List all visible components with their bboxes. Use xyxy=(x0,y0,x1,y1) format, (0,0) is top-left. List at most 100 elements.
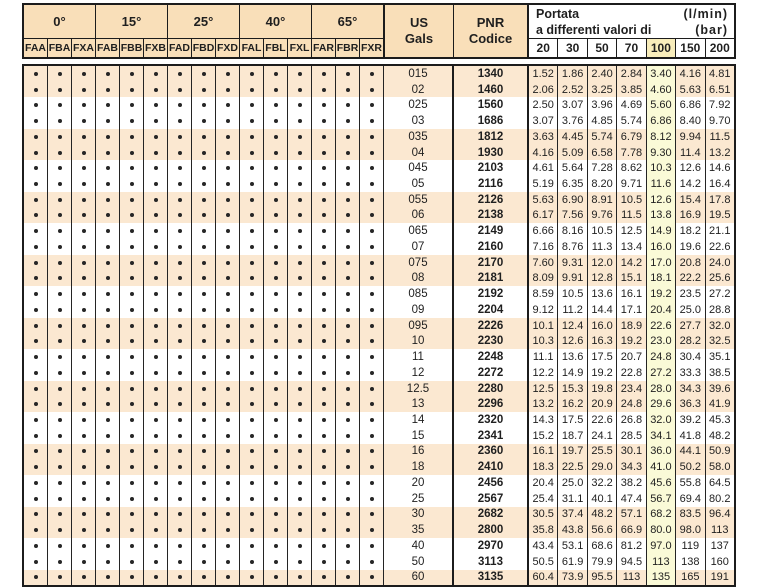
availability-dot-icon xyxy=(298,135,302,139)
availability-dot-icon xyxy=(298,512,302,516)
availability-dot-icon xyxy=(298,103,302,107)
availability-dot-cell xyxy=(288,349,312,365)
availability-dot-cell xyxy=(264,160,288,176)
availability-dot-icon xyxy=(34,88,38,92)
availability-dot-icon xyxy=(202,481,206,485)
availability-dot-icon xyxy=(34,339,38,343)
availability-dot-icon xyxy=(34,261,38,265)
availability-dot-icon xyxy=(298,528,302,532)
availability-dot-cell xyxy=(72,97,96,113)
availability-dot-icon xyxy=(130,371,134,375)
availability-dot-cell xyxy=(192,538,216,554)
flow-rate-value: 165 xyxy=(676,570,705,586)
availability-dot-icon xyxy=(82,560,86,564)
availability-dot-cell xyxy=(288,554,312,570)
availability-dot-icon xyxy=(130,103,134,107)
availability-dot-icon xyxy=(322,402,326,406)
table-row: 0721607.168.7611.313.416.019.622.6 xyxy=(24,239,734,255)
availability-dot-cell xyxy=(264,176,288,192)
availability-dot-icon xyxy=(370,418,374,422)
spray-angle-header-block: 0°15°25°40°65° FAAFBAFXAFABFBBFXBFADFBDF… xyxy=(24,5,384,57)
flow-rate-value: 5.74 xyxy=(588,129,617,145)
table-row: 20245620.425.032.238.245.655.864.5 xyxy=(24,475,734,491)
availability-dot-cell xyxy=(312,333,336,349)
availability-dot-cell xyxy=(360,302,384,318)
availability-dot-cell xyxy=(168,129,192,145)
flow-rate-value: 80.2 xyxy=(706,491,734,507)
availability-dot-icon xyxy=(154,245,158,249)
availability-dot-cell xyxy=(216,302,240,318)
flow-rate-value: 23.0 xyxy=(647,333,676,349)
flow-rate-value: 6.58 xyxy=(588,145,617,161)
angle-header-cell: 25° xyxy=(168,5,240,38)
availability-dot-cell xyxy=(144,208,168,224)
flow-rate-value: 135 xyxy=(647,570,676,586)
availability-dot-icon xyxy=(370,213,374,217)
availability-dot-icon xyxy=(82,198,86,202)
flow-rate-value: 16.1 xyxy=(529,444,558,460)
availability-dot-icon xyxy=(130,324,134,328)
pnr-code-value: 2226 xyxy=(454,318,529,334)
flow-rate-value: 8.40 xyxy=(676,113,705,129)
flow-rate-value: 6.86 xyxy=(647,113,676,129)
availability-dot-cell xyxy=(120,318,144,334)
flow-rate-value: 25.6 xyxy=(706,271,734,287)
availability-dot-icon xyxy=(154,481,158,485)
availability-dot-icon xyxy=(58,497,62,501)
flow-rate-value: 48.2 xyxy=(588,507,617,523)
availability-dot-cell xyxy=(312,255,336,271)
flow-rate-value: 13.2 xyxy=(529,396,558,412)
flow-rate-value: 41.9 xyxy=(706,396,734,412)
availability-dot-icon xyxy=(274,88,278,92)
flow-rate-value: 16.9 xyxy=(676,208,705,224)
availability-dot-cell xyxy=(144,491,168,507)
flow-rate-value: 45.6 xyxy=(647,475,676,491)
availability-dot-cell xyxy=(144,82,168,98)
availability-dot-cell xyxy=(360,66,384,82)
availability-dot-cell xyxy=(336,223,360,239)
availability-dot-icon xyxy=(274,151,278,155)
flow-rate-value: 40.1 xyxy=(588,491,617,507)
availability-dot-icon xyxy=(226,355,230,359)
availability-dot-icon xyxy=(34,72,38,76)
availability-dot-cell xyxy=(312,349,336,365)
availability-dot-cell xyxy=(96,333,120,349)
flow-rate-value: 3.40 xyxy=(647,66,676,82)
flow-rate-value: 73.9 xyxy=(558,570,587,586)
availability-dot-icon xyxy=(202,261,206,265)
flow-rate-value: 19.2 xyxy=(588,365,617,381)
availability-dot-icon xyxy=(154,512,158,516)
flow-rate-value: 27.2 xyxy=(647,365,676,381)
availability-dot-cell xyxy=(216,255,240,271)
availability-dot-cell xyxy=(168,365,192,381)
availability-dot-cell xyxy=(72,192,96,208)
availability-dot-icon xyxy=(298,72,302,76)
availability-dot-cell xyxy=(264,570,288,586)
availability-dot-cell xyxy=(240,349,264,365)
availability-dot-icon xyxy=(106,119,110,123)
pnr-code-value: 2181 xyxy=(454,271,529,287)
availability-dot-cell xyxy=(120,302,144,318)
availability-dot-icon xyxy=(58,339,62,343)
availability-dot-icon xyxy=(298,465,302,469)
availability-dot-cell xyxy=(144,318,168,334)
pnr-code-value: 2170 xyxy=(454,255,529,271)
flow-rate-value: 8.12 xyxy=(647,129,676,145)
availability-dot-icon xyxy=(154,575,158,579)
flow-rate-value: 11.6 xyxy=(647,176,676,192)
availability-dot-icon xyxy=(346,245,350,249)
availability-dot-cell xyxy=(144,223,168,239)
table-row: 35280035.843.856.666.980.098.0113 xyxy=(24,522,734,538)
flow-unit-label: (l/min) xyxy=(684,7,729,23)
availability-dot-icon xyxy=(106,387,110,391)
availability-dot-cell xyxy=(288,286,312,302)
flow-rate-value: 20.4 xyxy=(647,302,676,318)
flow-rate-value: 14.9 xyxy=(647,223,676,239)
availability-dot-icon xyxy=(250,355,254,359)
availability-dot-icon xyxy=(154,528,158,532)
availability-dot-cell xyxy=(72,239,96,255)
availability-dot-cell xyxy=(360,365,384,381)
availability-dot-icon xyxy=(346,512,350,516)
availability-dot-cell xyxy=(240,570,264,586)
flow-rate-value: 12.5 xyxy=(529,381,558,397)
